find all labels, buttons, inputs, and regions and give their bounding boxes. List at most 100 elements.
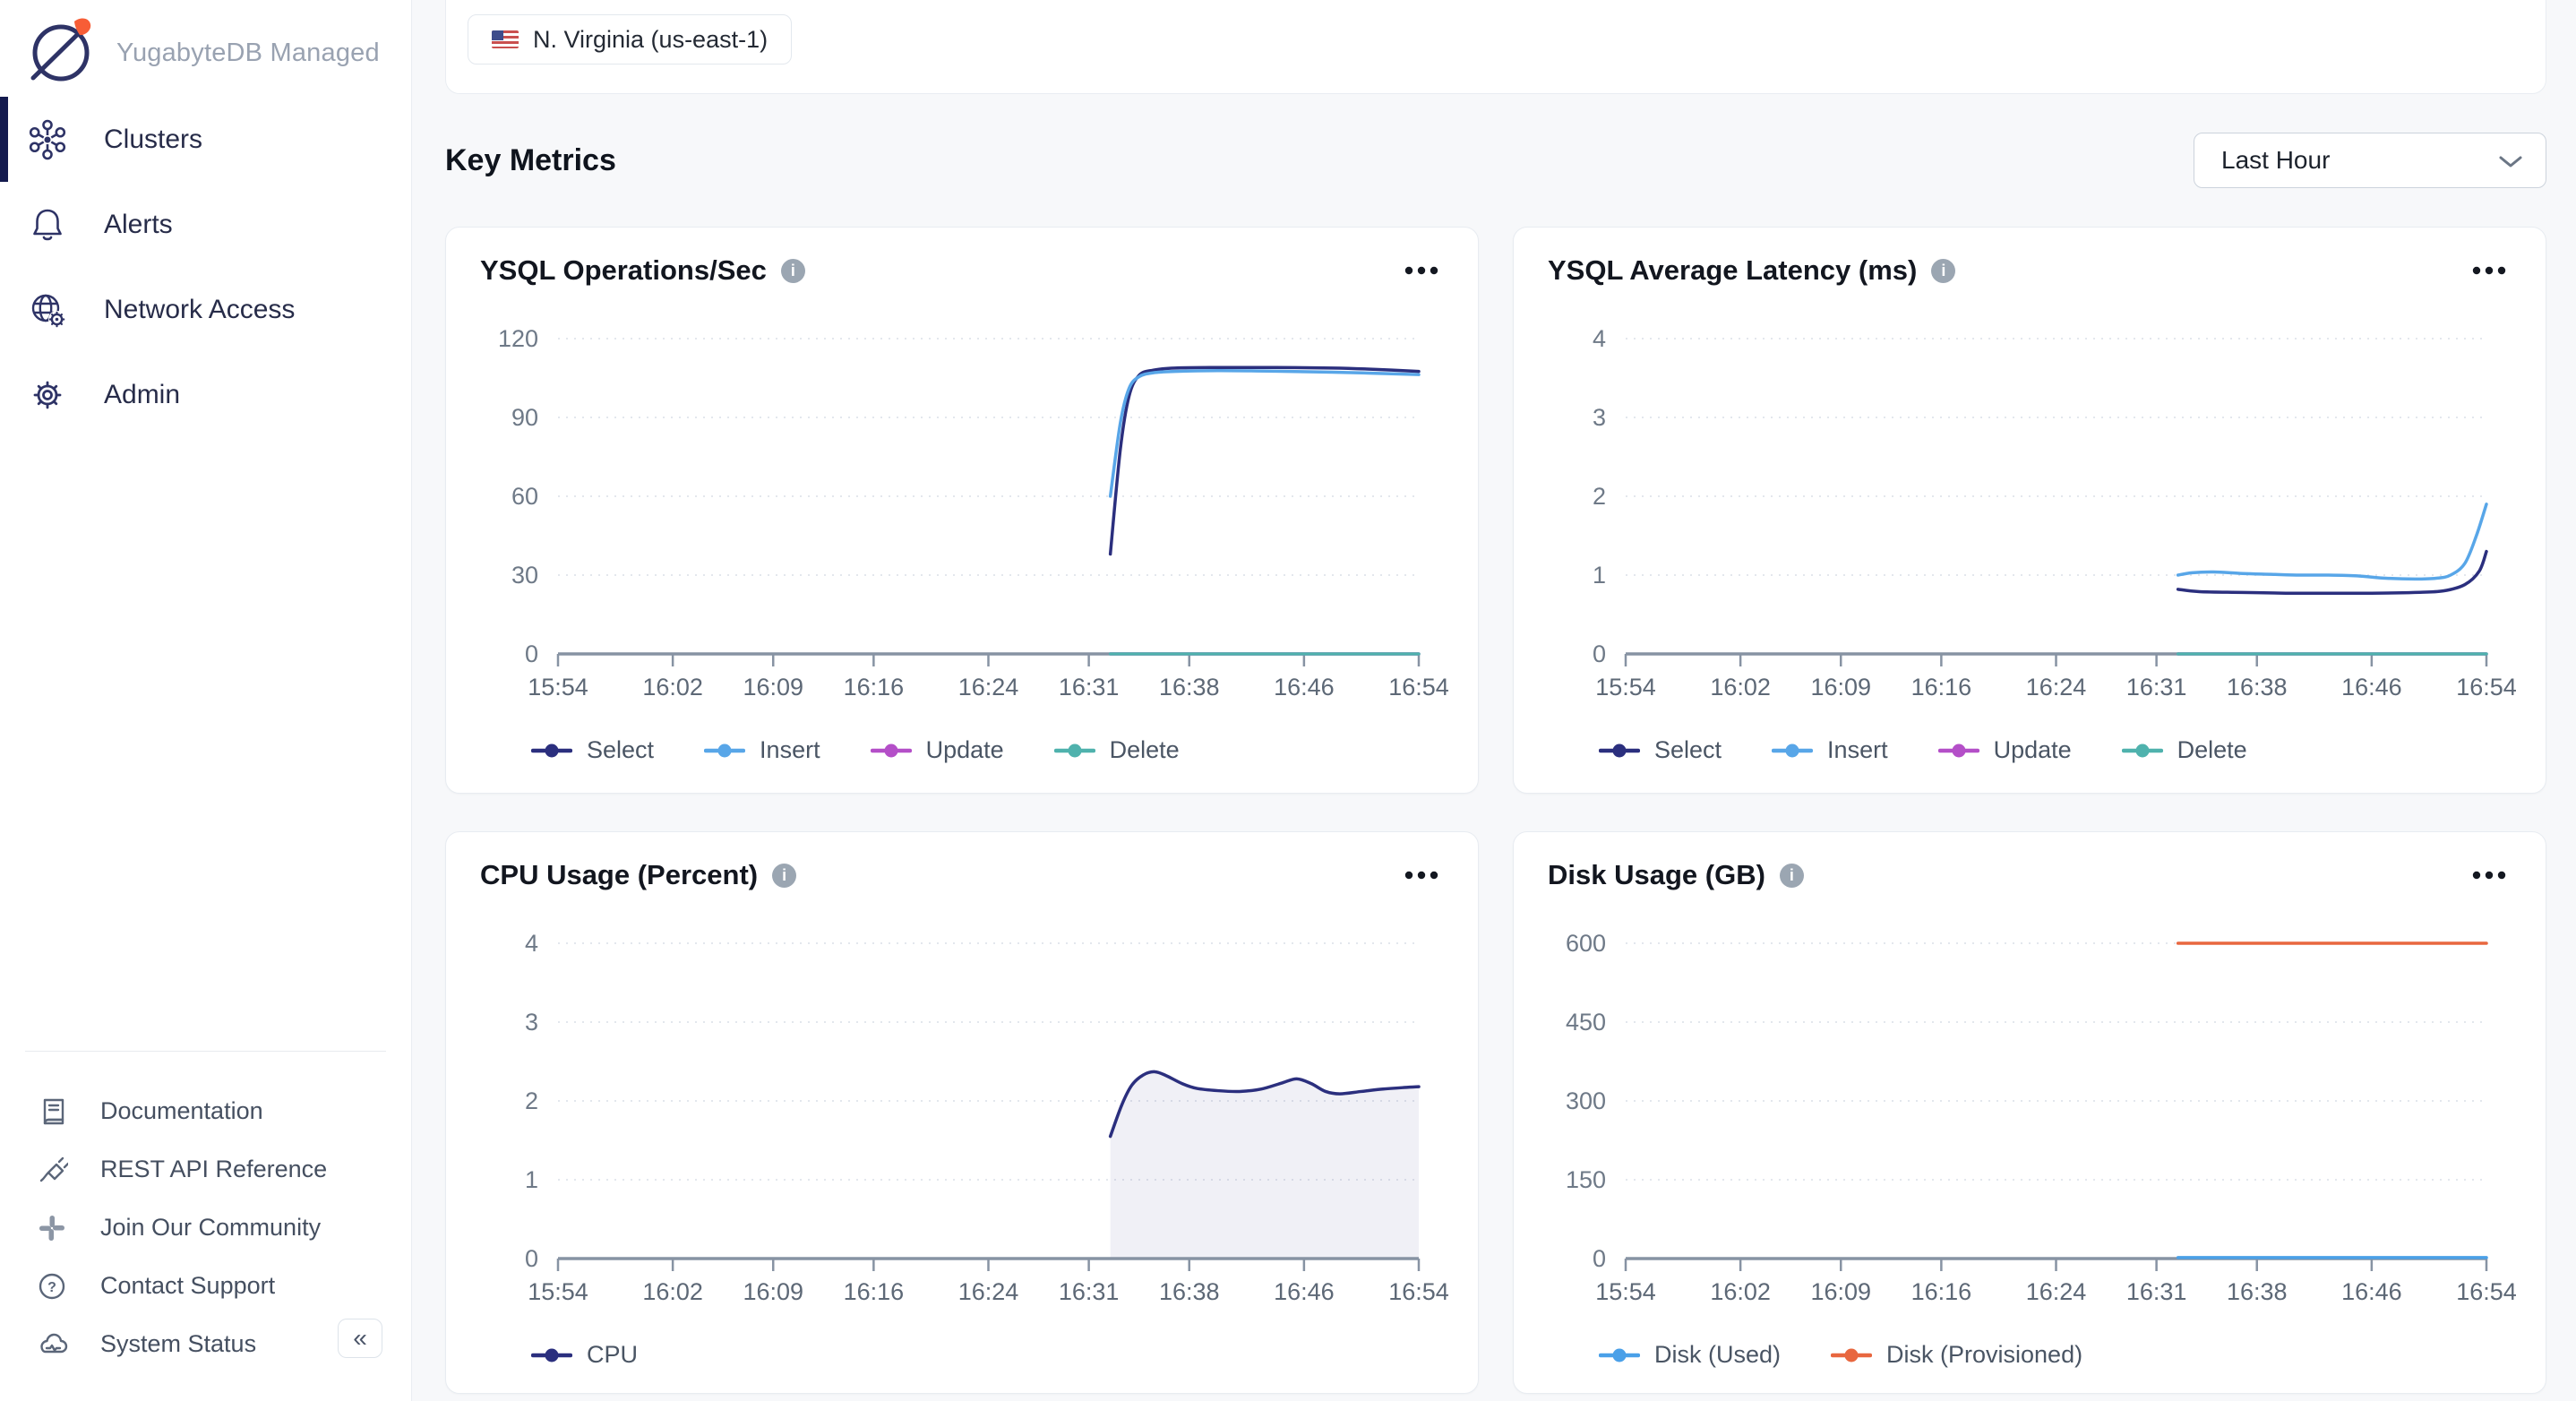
legend-item-insert[interactable]: Insert	[704, 736, 820, 764]
chart-canvas[interactable]: 0123415:5416:0216:0916:1616:2416:3116:38…	[1514, 301, 2546, 731]
legend-marker-icon	[1599, 743, 1640, 759]
chart-canvas[interactable]: 030609012015:5416:0216:0916:1616:2416:31…	[446, 301, 1478, 731]
chart-canvas[interactable]: 0123415:5416:0216:0916:1616:2416:3116:38…	[446, 906, 1478, 1336]
chart-legend: Select Insert Update Delete	[531, 736, 1478, 764]
sidebar-item-alerts[interactable]: Alerts	[0, 182, 411, 267]
svg-text:16:31: 16:31	[2126, 674, 2187, 700]
series-line-insert	[2178, 504, 2486, 580]
svg-text:4: 4	[525, 930, 538, 957]
time-range-select[interactable]: Last Hour	[2194, 133, 2546, 188]
svg-text:16:38: 16:38	[2227, 1278, 2288, 1305]
svg-text:0: 0	[525, 640, 538, 667]
info-icon[interactable]: i	[1931, 259, 1955, 283]
sidebar-link-join-our-community[interactable]: Join Our Community	[0, 1199, 411, 1257]
gear-icon	[27, 374, 68, 416]
sidebar-item-clusters[interactable]: Clusters	[0, 97, 411, 182]
card-menu-button[interactable]	[2470, 259, 2512, 283]
legend-item-cpu[interactable]: CPU	[531, 1341, 638, 1369]
svg-text:3: 3	[525, 1009, 538, 1036]
legend-item-delete[interactable]: Delete	[1054, 736, 1180, 764]
info-icon[interactable]: i	[772, 864, 796, 888]
legend-item-update[interactable]: Update	[871, 736, 1004, 764]
region-chip[interactable]: N. Virginia (us-east-1)	[468, 14, 792, 64]
legend-label: Select	[1654, 736, 1722, 764]
card-menu-button[interactable]	[2470, 864, 2512, 888]
legend-marker-icon	[531, 1347, 572, 1363]
svg-text:16:16: 16:16	[1911, 674, 1972, 700]
legend-marker-icon	[1938, 743, 1979, 759]
legend-marker-icon	[531, 743, 572, 759]
svg-text:16:09: 16:09	[743, 1278, 803, 1305]
legend-marker-icon	[1054, 743, 1095, 759]
legend-item-disk-used-[interactable]: Disk (Used)	[1599, 1341, 1781, 1369]
card-title: YSQL Operations/Sec	[480, 254, 767, 287]
help-circle-icon: ?	[36, 1270, 68, 1302]
svg-text:16:09: 16:09	[743, 674, 803, 700]
legend-item-insert[interactable]: Insert	[1772, 736, 1888, 764]
svg-text:30: 30	[511, 562, 538, 589]
legend-item-disk-provisioned-[interactable]: Disk (Provisioned)	[1831, 1341, 2082, 1369]
card-disk-usage: Disk Usage (GB) i 015030045060015:5416:0…	[1513, 831, 2546, 1394]
brand-name: YugabyteDB Managed	[116, 39, 380, 68]
metrics-header: Key Metrics Last Hour	[445, 133, 2546, 188]
card-menu-button[interactable]	[1403, 259, 1444, 283]
card-ysql-latency: YSQL Average Latency (ms) i 0123415:5416…	[1513, 227, 2546, 794]
series-line-select	[1111, 367, 1419, 554]
svg-text:16:24: 16:24	[2026, 674, 2087, 700]
info-icon[interactable]: i	[1780, 864, 1804, 888]
legend-item-select[interactable]: Select	[1599, 736, 1722, 764]
svg-text:120: 120	[498, 325, 538, 352]
svg-text:16:38: 16:38	[2227, 674, 2288, 700]
sidebar-item-label: Admin	[104, 380, 180, 410]
legend-label: Disk (Used)	[1654, 1341, 1781, 1369]
sidebar-link-label: Contact Support	[100, 1272, 275, 1300]
info-icon[interactable]: i	[781, 259, 805, 283]
legend-marker-icon	[871, 743, 912, 759]
svg-text:16:46: 16:46	[2341, 674, 2402, 700]
card-cpu-usage: CPU Usage (Percent) i 0123415:5416:0216:…	[445, 831, 1479, 1394]
svg-text:3: 3	[1593, 404, 1606, 431]
sidebar-item-admin[interactable]: Admin	[0, 352, 411, 437]
svg-text:16:09: 16:09	[1810, 674, 1871, 700]
legend-marker-icon	[1599, 1347, 1640, 1363]
sidebar-item-network-access[interactable]: Network Access	[0, 267, 411, 352]
card-title: Disk Usage (GB)	[1548, 859, 1765, 891]
legend-item-delete[interactable]: Delete	[2122, 736, 2247, 764]
legend-label: Delete	[1110, 736, 1180, 764]
page-title: Key Metrics	[445, 143, 616, 178]
card-menu-button[interactable]	[1403, 864, 1444, 888]
svg-text:16:46: 16:46	[2341, 1278, 2402, 1305]
us-flag-icon	[492, 30, 519, 48]
sidebar-link-label: Documentation	[100, 1097, 263, 1125]
sidebar-item-label: Alerts	[104, 210, 173, 240]
app-root: YugabyteDB Managed Clusters	[0, 0, 2576, 1401]
svg-text:150: 150	[1566, 1166, 1606, 1193]
svg-text:16:16: 16:16	[1911, 1278, 1972, 1305]
legend-marker-icon	[1831, 1347, 1872, 1363]
svg-text:16:16: 16:16	[844, 1278, 905, 1305]
svg-text:16:54: 16:54	[2456, 1278, 2517, 1305]
sidebar-link-label: Join Our Community	[100, 1214, 321, 1242]
legend-item-select[interactable]: Select	[531, 736, 654, 764]
metrics-grid: YSQL Operations/Sec i 030609012015:5416:…	[445, 227, 2546, 1394]
legend-marker-icon	[2122, 743, 2163, 759]
legend-marker-icon	[1772, 743, 1813, 759]
sidebar-link-rest-api-reference[interactable]: REST API Reference	[0, 1140, 411, 1199]
svg-text:16:09: 16:09	[1810, 1278, 1871, 1305]
svg-text:2: 2	[525, 1087, 538, 1114]
chart-legend: Disk (Used) Disk (Provisioned)	[1599, 1341, 2546, 1369]
sidebar-link-label: System Status	[100, 1330, 256, 1358]
card-title: YSQL Average Latency (ms)	[1548, 254, 1917, 287]
sidebar-link-contact-support[interactable]: ? Contact Support	[0, 1257, 411, 1315]
series-line-insert	[1111, 371, 1419, 496]
sidebar-collapse-button[interactable]: «	[338, 1319, 382, 1358]
svg-text:0: 0	[525, 1245, 538, 1272]
sidebar-link-documentation[interactable]: Documentation	[0, 1082, 411, 1140]
svg-text:16:02: 16:02	[642, 674, 703, 700]
svg-text:16:46: 16:46	[1274, 1278, 1335, 1305]
legend-label: Select	[587, 736, 654, 764]
chart-canvas[interactable]: 015030045060015:5416:0216:0916:1616:2416…	[1514, 906, 2546, 1336]
time-range-value: Last Hour	[2221, 146, 2330, 175]
svg-text:16:02: 16:02	[1710, 674, 1771, 700]
legend-item-update[interactable]: Update	[1938, 736, 2072, 764]
